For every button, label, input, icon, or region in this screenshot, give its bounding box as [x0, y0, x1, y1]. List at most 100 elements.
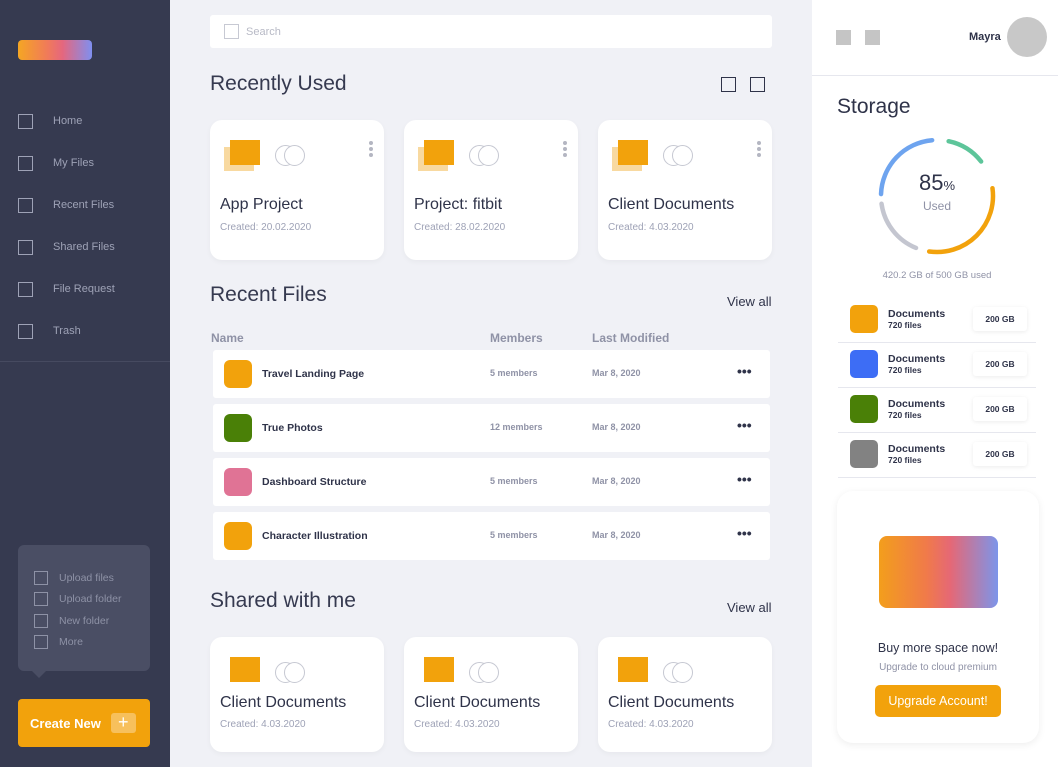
card-date: Created: 4.03.2020	[608, 222, 694, 233]
app-logo[interactable]	[18, 40, 92, 60]
storage-item-files: 720 files	[888, 455, 922, 465]
menu-item-label: New folder	[59, 614, 110, 627]
card-title: Client Documents	[220, 694, 347, 711]
column-header-name[interactable]: Name	[211, 331, 244, 345]
file-modified: Mar 8, 2020	[592, 530, 641, 540]
storage-percent-value: 85	[918, 170, 944, 195]
create-new-button[interactable]: Create New +	[18, 699, 150, 747]
panel-divider	[812, 75, 1058, 76]
recent-files-view-all-link[interactable]: View all	[727, 294, 772, 309]
sidebar-item-shared-files[interactable]: Shared Files	[0, 226, 170, 268]
file-color-icon	[224, 414, 252, 442]
kebab-menu-icon[interactable]	[756, 141, 762, 159]
promo-illustration	[879, 536, 998, 608]
settings-icon[interactable]	[865, 30, 880, 45]
recent-card[interactable]: Client Documents Created: 4.03.2020	[598, 120, 772, 260]
storage-item-size: 200 GB	[973, 352, 1027, 376]
kebab-menu-icon[interactable]	[368, 141, 374, 159]
file-name: Character Illustration	[262, 530, 368, 542]
search-input[interactable]	[246, 25, 746, 38]
request-icon	[18, 281, 33, 297]
user-name[interactable]: Mayra	[969, 31, 1001, 43]
members-avatars	[275, 662, 307, 684]
sidebar-item-label: Trash	[53, 325, 81, 337]
file-name: True Photos	[262, 422, 323, 434]
menu-item-new-folder[interactable]: New folder	[18, 610, 150, 632]
card-title: Client Documents	[608, 694, 735, 711]
table-row[interactable]: True Photos 12 members Mar 8, 2020 •••	[213, 404, 770, 452]
sidebar-item-my-files[interactable]: My Files	[0, 142, 170, 184]
column-header-last-modified[interactable]: Last Modified	[592, 331, 669, 345]
file-name: Travel Landing Page	[262, 368, 365, 380]
storage-item[interactable]: Documents 720 files 200 GB	[838, 298, 1036, 343]
shared-with-me-title: Shared with me	[210, 589, 356, 612]
sidebar-item-label: Home	[53, 115, 83, 127]
avatar[interactable]	[1007, 17, 1047, 57]
folder-icon	[612, 140, 648, 171]
file-color-icon	[224, 360, 252, 388]
shared-card[interactable]: Client Documents Created: 4.03.2020	[404, 637, 578, 752]
main-content: Recently Used App Project Created: 20.02…	[170, 0, 802, 767]
sidebar-item-file-request[interactable]: File Request	[0, 268, 170, 310]
storage-item-name: Documents	[888, 353, 946, 365]
members-avatars	[663, 145, 695, 167]
card-title: Client Documents	[608, 196, 735, 213]
shared-card[interactable]: Client Documents Created: 4.03.2020	[210, 637, 384, 752]
folder-icon	[418, 657, 454, 688]
notification-icon[interactable]	[836, 30, 851, 45]
sidebar-item-home[interactable]: Home	[0, 100, 170, 142]
more-options-icon[interactable]: •••	[737, 471, 752, 487]
share-icon	[18, 239, 33, 255]
sidebar-item-recent-files[interactable]: Recent Files	[0, 184, 170, 226]
list-view-icon[interactable]	[750, 77, 765, 92]
storage-ring-chart	[878, 137, 996, 255]
more-options-icon[interactable]: •••	[737, 417, 752, 433]
promo-subtitle: Upgrade to cloud premium	[879, 662, 997, 673]
more-options-icon[interactable]: •••	[737, 525, 752, 541]
column-header-members[interactable]: Members	[490, 331, 543, 345]
storage-used-label: Used	[922, 199, 951, 213]
card-date: Created: 20.02.2020	[220, 222, 312, 233]
card-date: Created: 4.03.2020	[414, 719, 500, 730]
storage-item[interactable]: Documents 720 files 200 GB	[838, 433, 1036, 478]
file-members: 12 members	[490, 422, 543, 432]
recent-files-title: Recent Files	[210, 283, 327, 306]
promo-title: Buy more space now!	[877, 641, 999, 655]
file-modified: Mar 8, 2020	[592, 368, 641, 378]
storage-color-icon	[850, 350, 878, 378]
home-icon	[18, 113, 33, 129]
sidebar-item-label: Shared Files	[53, 241, 115, 253]
search-bar[interactable]	[210, 15, 772, 48]
shared-card[interactable]: Client Documents Created: 4.03.2020	[598, 637, 772, 752]
recent-card[interactable]: Project: fitbit Created: 28.02.2020	[404, 120, 578, 260]
sidebar-item-trash[interactable]: Trash	[0, 310, 170, 352]
search-icon	[224, 24, 239, 39]
storage-item-name: Documents	[888, 443, 946, 455]
recent-card[interactable]: App Project Created: 20.02.2020	[210, 120, 384, 260]
upgrade-account-button[interactable]: Upgrade Account!	[875, 685, 1001, 717]
grid-view-icon[interactable]	[721, 77, 736, 92]
storage-color-icon	[850, 395, 878, 423]
file-name: Dashboard Structure	[262, 476, 367, 488]
file-modified: Mar 8, 2020	[592, 476, 641, 486]
trash-icon	[18, 323, 33, 339]
storage-item[interactable]: Documents 720 files 200 GB	[838, 388, 1036, 433]
kebab-menu-icon[interactable]	[562, 141, 568, 159]
storage-item-files: 720 files	[888, 410, 922, 420]
right-panel: Mayra Storage 85% Used 420.2 GB of 500 G…	[812, 0, 1058, 767]
table-row[interactable]: Travel Landing Page 5 members Mar 8, 202…	[213, 350, 770, 398]
menu-item-upload-files[interactable]: Upload files	[18, 567, 150, 589]
shared-view-all-link[interactable]: View all	[727, 600, 772, 615]
table-row[interactable]: Dashboard Structure 5 members Mar 8, 202…	[213, 458, 770, 506]
storage-item[interactable]: Documents 720 files 200 GB	[838, 343, 1036, 388]
table-row[interactable]: Character Illustration 5 members Mar 8, …	[213, 512, 770, 560]
recently-used-title: Recently Used	[210, 72, 347, 95]
new-folder-icon	[34, 613, 48, 628]
menu-item-more[interactable]: More	[18, 632, 150, 654]
create-new-label: Create New	[30, 715, 101, 731]
menu-item-upload-folder[interactable]: Upload folder	[18, 589, 150, 611]
more-options-icon[interactable]: •••	[737, 363, 752, 379]
menu-item-label: Upload folder	[59, 593, 122, 606]
members-avatars	[275, 145, 307, 167]
sidebar-item-label: File Request	[53, 283, 115, 295]
